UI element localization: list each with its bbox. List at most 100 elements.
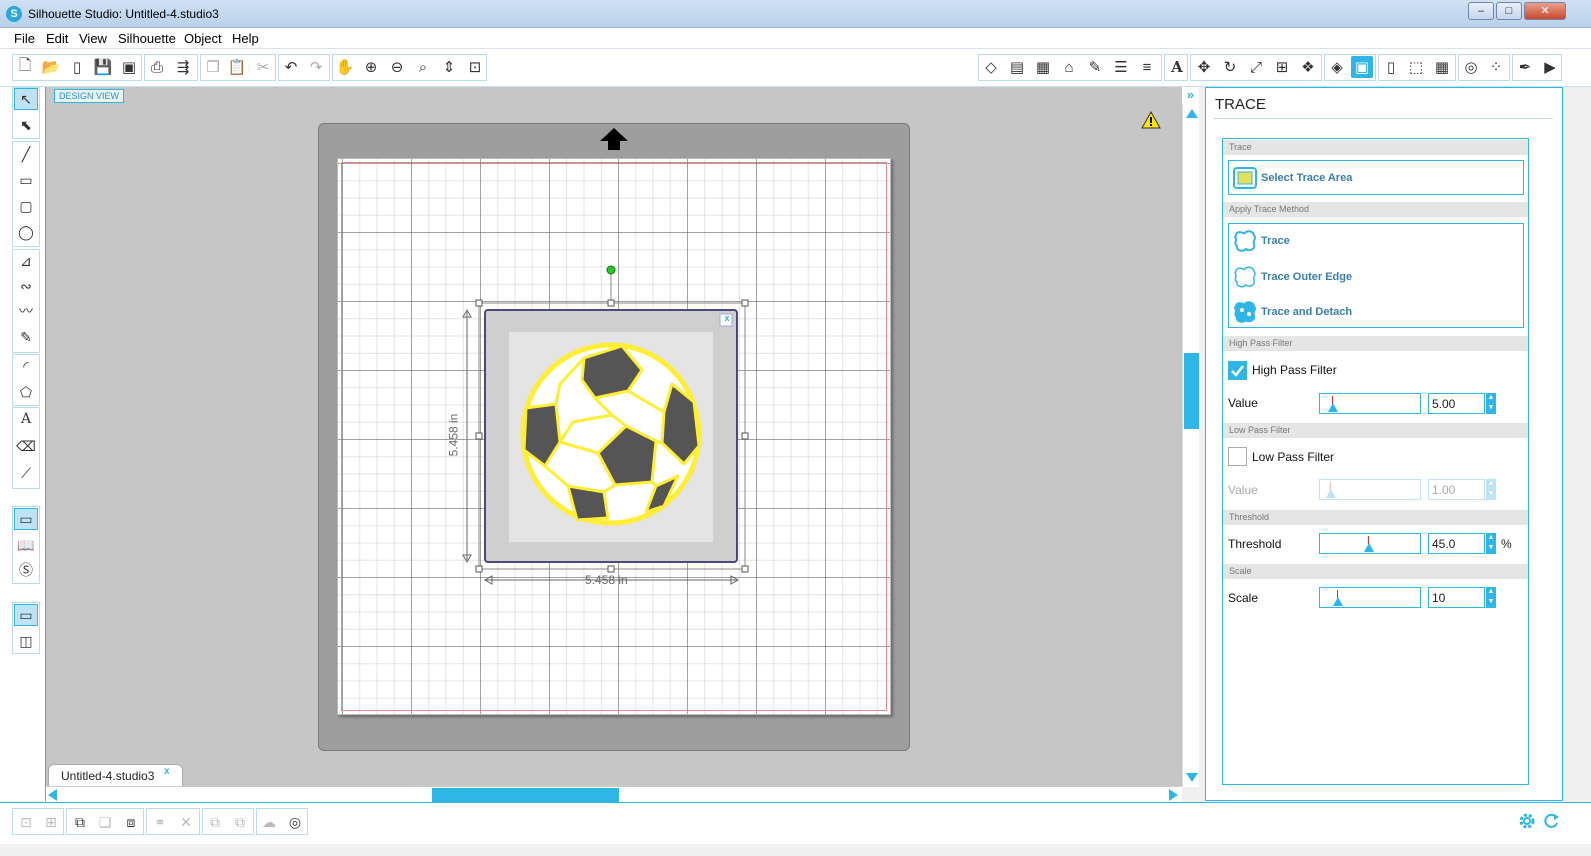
bring-forward-icon[interactable]: ⧉ <box>229 811 251 833</box>
line-style-icon[interactable]: ☰ <box>1110 56 1132 78</box>
high-pass-spinner-icon[interactable]: ▲ ▼ <box>1486 393 1496 414</box>
polygon-tool-icon[interactable]: ⬠ <box>14 381 38 403</box>
align-icon[interactable]: ⊞ <box>1271 56 1293 78</box>
print-icon[interactable]: ⎙ <box>146 56 168 78</box>
sketch-icon[interactable]: ⁘ <box>1485 56 1507 78</box>
low-pass-slider-thumb[interactable] <box>1326 489 1336 498</box>
shadow-icon[interactable]: ☁ <box>258 811 280 833</box>
open-file-icon[interactable]: 📂 <box>40 56 62 78</box>
make-compound-path-icon[interactable]: ⧉ <box>69 811 91 833</box>
rectangle-tool-icon[interactable]: ▭ <box>14 169 38 191</box>
collapse-panel-icon[interactable]: » <box>1182 87 1199 104</box>
threshold-value-input[interactable]: 45.0 <box>1428 533 1485 554</box>
scroll-down-arrow-icon[interactable] <box>1186 773 1198 782</box>
maximize-button[interactable]: □ <box>1496 2 1522 20</box>
text-tool-icon[interactable]: A <box>14 408 38 430</box>
menu-file[interactable]: File <box>14 31 35 46</box>
warning-icon[interactable] <box>1141 111 1161 129</box>
freehand-tool-icon[interactable]: 〰 <box>14 300 38 322</box>
vertical-scrollbar[interactable] <box>1182 87 1199 787</box>
gradient-icon[interactable]: ⌂ <box>1058 56 1080 78</box>
group-icon[interactable]: ⊡ <box>15 811 37 833</box>
replicate-icon[interactable]: ❖ <box>1297 56 1319 78</box>
eraser-tool-icon[interactable]: ⌫ <box>14 435 38 457</box>
document-tab[interactable]: Untitled-4.studio3 x <box>48 764 183 786</box>
cut-icon[interactable]: ✂ <box>252 56 274 78</box>
select-trace-area-button[interactable]: Select Trace Area <box>1232 165 1352 191</box>
minimize-button[interactable]: – <box>1468 2 1494 20</box>
send-backward-icon[interactable]: ⧉ <box>204 811 226 833</box>
low-pass-slider[interactable] <box>1319 479 1421 500</box>
high-pass-slider-thumb[interactable] <box>1328 403 1338 412</box>
fill-color-icon[interactable]: ▤ <box>1006 56 1028 78</box>
single-view-icon[interactable]: ▭ <box>14 604 38 626</box>
cut-settings-icon[interactable]: ✒ <box>1514 56 1536 78</box>
weld-icon[interactable]: ⚭ <box>149 811 171 833</box>
rounded-rectangle-tool-icon[interactable]: ▢ <box>14 195 38 217</box>
library-book-icon[interactable]: 📖 <box>14 534 38 556</box>
library-icon[interactable]: ▯ <box>66 56 88 78</box>
trace-outer-edge-button[interactable]: Trace Outer Edge <box>1232 264 1352 290</box>
fill-pattern-icon[interactable]: ▦ <box>1032 56 1054 78</box>
paste-icon[interactable]: 📋 <box>226 56 248 78</box>
threshold-slider-thumb[interactable] <box>1364 543 1374 552</box>
undo-icon[interactable]: ↶ <box>280 56 302 78</box>
zoom-in-icon[interactable]: ⊕ <box>360 56 382 78</box>
gear-icon[interactable] <box>1518 812 1536 830</box>
release-compound-path-icon[interactable]: ❏ <box>94 811 116 833</box>
vertical-scroll-thumb[interactable] <box>1184 353 1199 429</box>
zoom-select-icon[interactable]: ⌕ <box>412 56 434 78</box>
split-view-icon[interactable]: ◫ <box>14 630 38 652</box>
scale-icon[interactable]: ⤢ <box>1245 56 1267 78</box>
scale-slider-thumb[interactable] <box>1333 597 1343 606</box>
zoom-out-icon[interactable]: ⊖ <box>386 56 408 78</box>
horizontal-scroll-thumb[interactable] <box>432 788 619 802</box>
pan-icon[interactable]: ✋ <box>334 56 356 78</box>
delete-icon[interactable]: ✕ <box>175 811 197 833</box>
trace-and-detach-button[interactable]: Trace and Detach <box>1232 299 1352 325</box>
bring-to-front-icon[interactable]: ⧈ <box>120 811 142 833</box>
refresh-icon[interactable] <box>1542 812 1560 830</box>
low-pass-filter-checkbox[interactable] <box>1228 447 1247 466</box>
scale-spinner-icon[interactable]: ▲ ▼ <box>1486 587 1496 608</box>
high-pass-filter-checkbox[interactable] <box>1228 361 1247 380</box>
remove-image-button[interactable]: x <box>721 313 733 325</box>
send-to-cutter-icon[interactable]: ⇶ <box>172 56 194 78</box>
scroll-right-arrow-icon[interactable] <box>1169 789 1178 801</box>
registration-icon[interactable]: ▯ <box>1380 56 1402 78</box>
line-tool-icon[interactable]: ╱ <box>14 143 38 165</box>
save-library-icon[interactable]: ▣ <box>118 56 140 78</box>
rotate-icon[interactable]: ↻ <box>1219 56 1241 78</box>
text-style-icon[interactable]: A <box>1166 56 1188 78</box>
close-window-button[interactable]: ✕ <box>1524 2 1566 20</box>
trace-button[interactable]: Trace <box>1232 228 1290 254</box>
threshold-spinner-icon[interactable]: ▲ ▼ <box>1486 533 1496 554</box>
menu-edit[interactable]: Edit <box>46 31 68 46</box>
copy-icon[interactable]: ❐ <box>202 56 224 78</box>
grid-icon[interactable]: ▦ <box>1431 56 1453 78</box>
page-setup-icon[interactable]: ◇ <box>980 56 1002 78</box>
close-tab-icon[interactable]: x <box>164 766 170 777</box>
horizontal-scrollbar[interactable] <box>46 786 1182 802</box>
threshold-slider[interactable] <box>1319 533 1421 554</box>
edit-points-tool-icon[interactable]: ⬉ <box>14 114 38 136</box>
save-icon[interactable]: 💾 <box>92 56 114 78</box>
high-pass-value-input[interactable]: 5.00 <box>1428 393 1485 414</box>
scroll-up-arrow-icon[interactable] <box>1186 109 1198 118</box>
store-icon[interactable]: ▶ <box>1539 56 1561 78</box>
arc-tool-icon[interactable]: ◜ <box>14 355 38 377</box>
high-pass-slider[interactable] <box>1319 393 1421 414</box>
new-file-icon[interactable]: 🗋 <box>14 56 36 78</box>
fit-to-page-icon[interactable]: ⊡ <box>464 56 486 78</box>
offset-icon[interactable]: ◎ <box>1460 56 1482 78</box>
smooth-freehand-tool-icon[interactable]: ✎ <box>14 326 38 348</box>
select-tool-icon[interactable]: ↖ <box>14 88 38 110</box>
low-pass-spinner-icon[interactable]: ▲ ▼ <box>1486 479 1496 500</box>
transform-icon[interactable]: ✥ <box>1193 56 1215 78</box>
trace-panel-icon[interactable]: ▣ <box>1351 56 1373 78</box>
knife-tool-icon[interactable]: ⟋ <box>14 462 38 484</box>
curve-tool-icon[interactable]: ∾ <box>14 275 38 297</box>
polyline-tool-icon[interactable]: ⊿ <box>14 250 38 272</box>
menu-silhouette[interactable]: Silhouette <box>118 31 176 46</box>
menu-object[interactable]: Object <box>184 31 222 46</box>
